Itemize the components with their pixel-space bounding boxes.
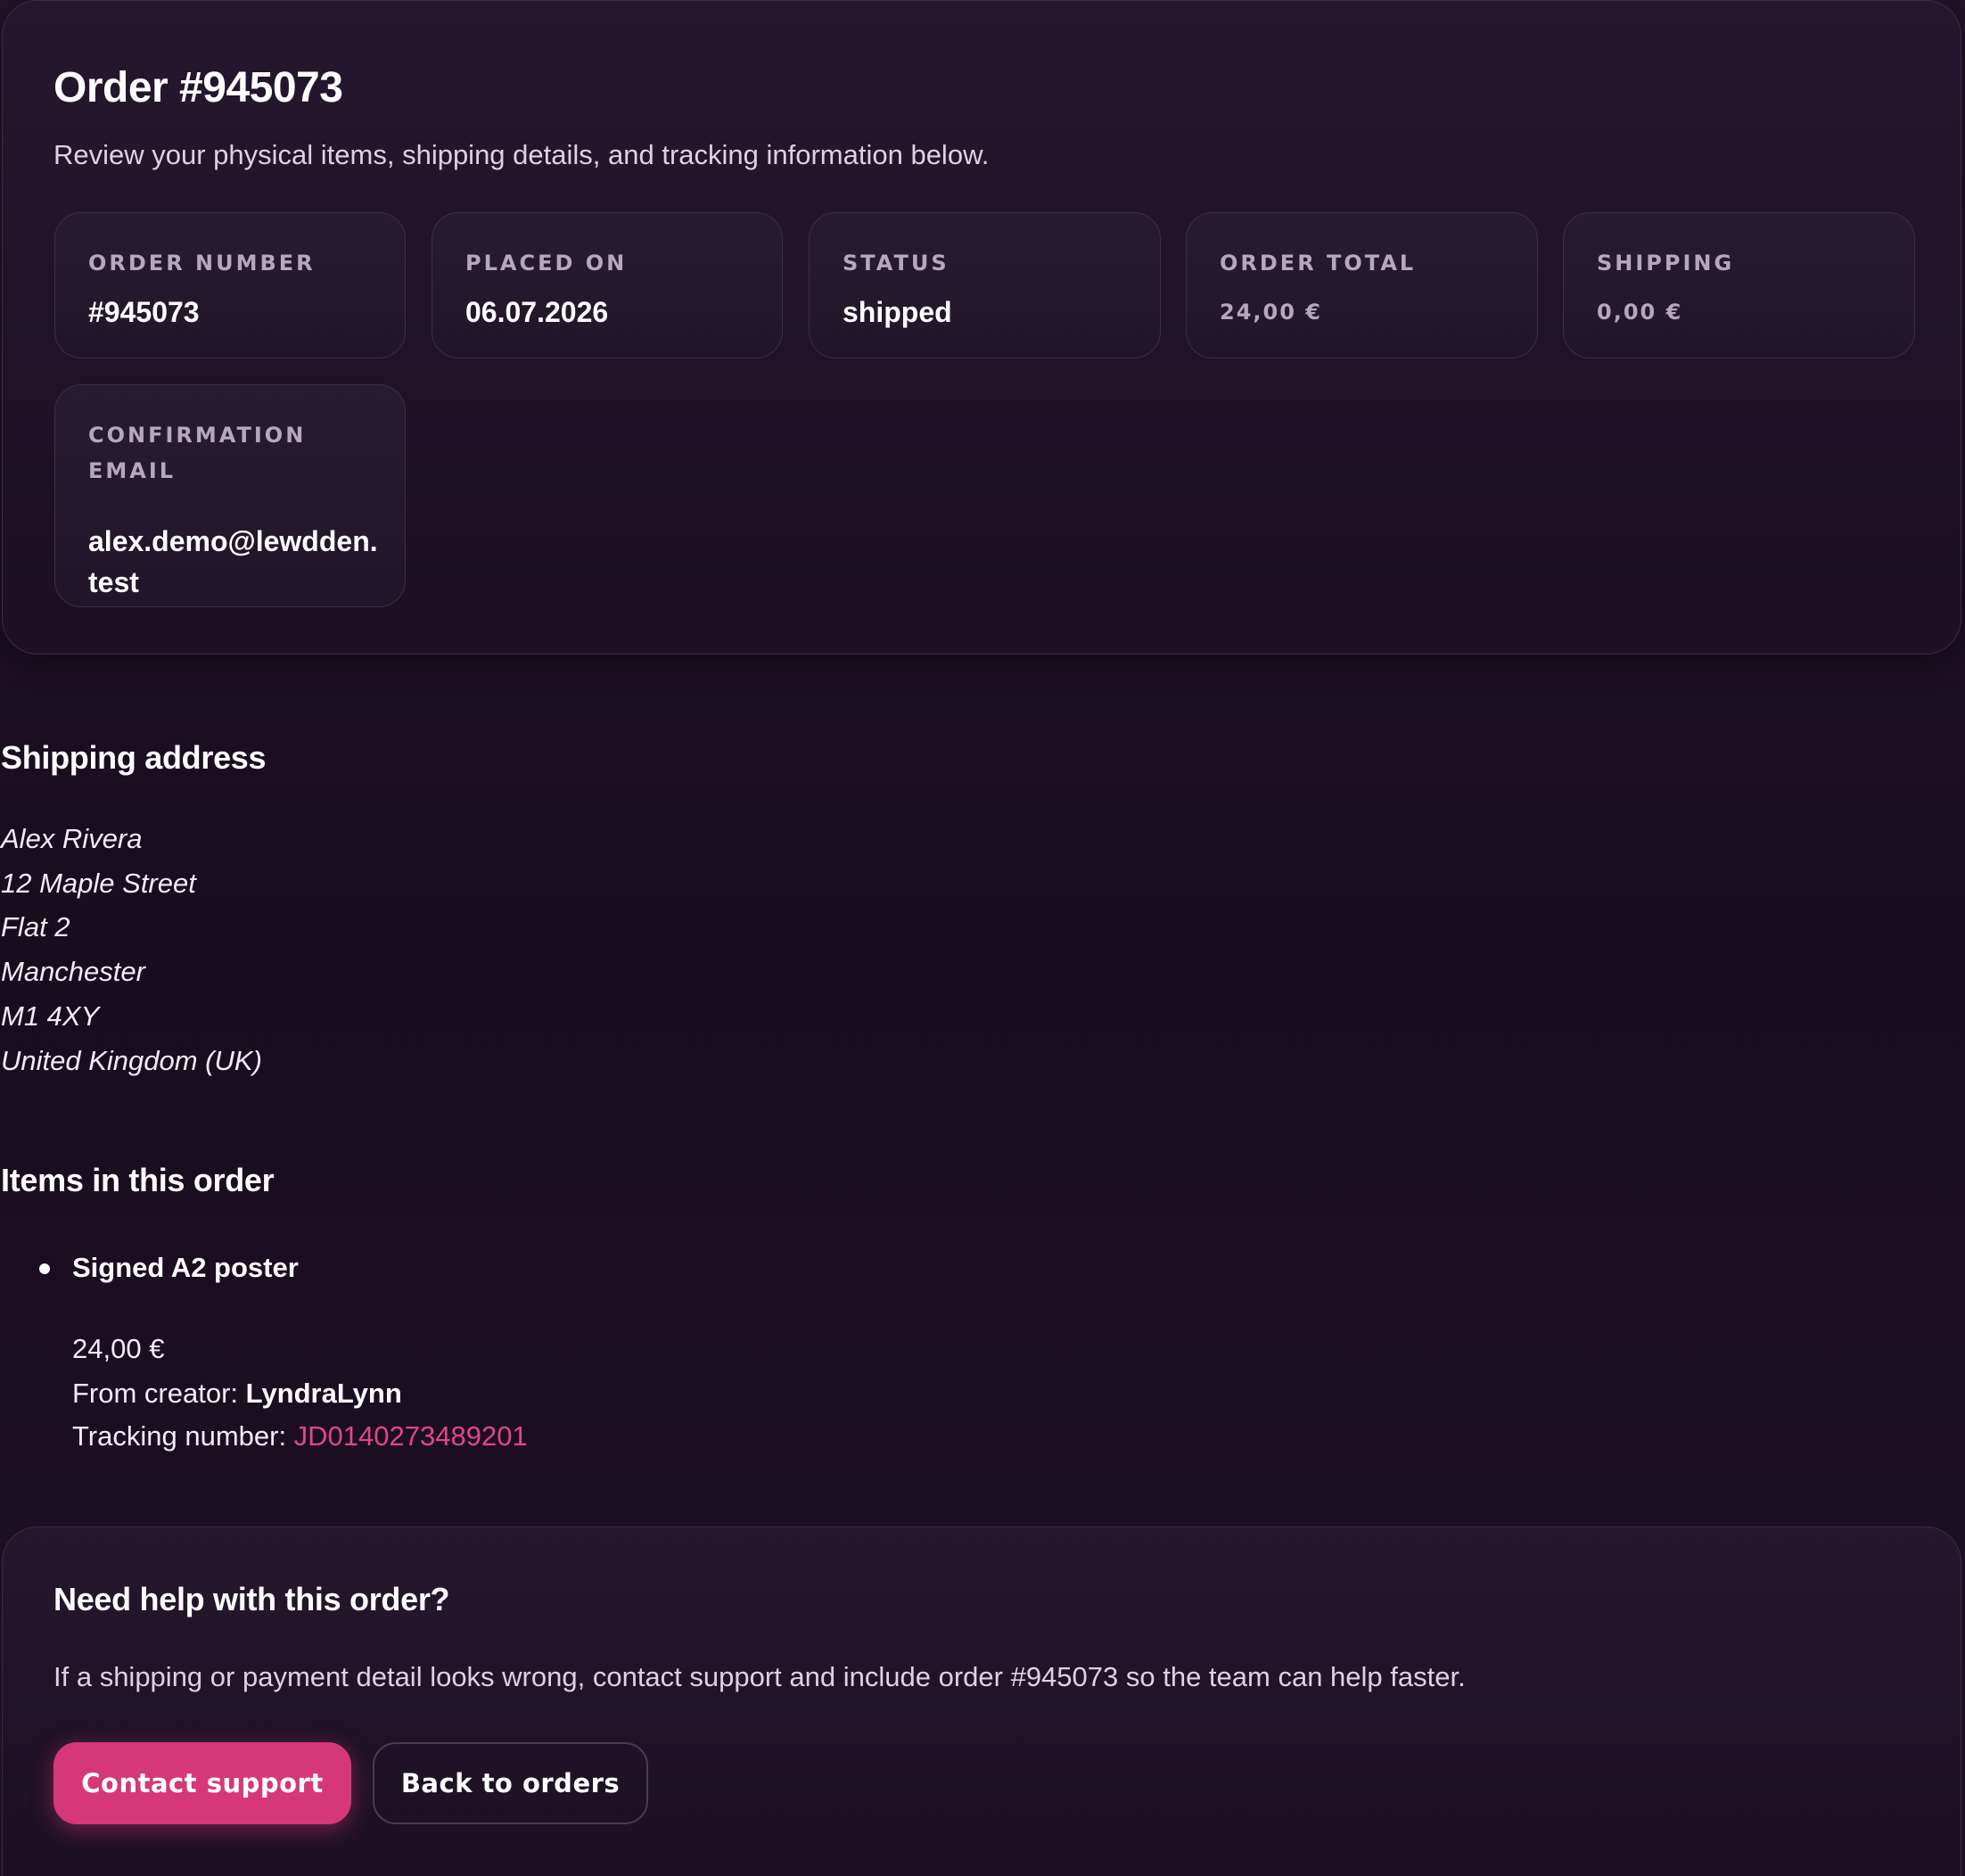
address-line: Flat 2 [1, 911, 70, 943]
order-number-card: Order number #945073 [54, 212, 406, 358]
address-line: 12 Maple Street [1, 867, 196, 899]
bullet-icon [39, 1263, 50, 1274]
confirmation-email-card: Confirmation email alex.demo@lewdden.tes… [54, 384, 406, 607]
shipping-cost-label: Shipping [1597, 251, 1735, 276]
confirmation-email-label: Confirmation email [88, 423, 307, 483]
help-heading: Need help with this order? [53, 1581, 450, 1617]
tracking-number-link[interactable]: JD0140273489201 [294, 1420, 528, 1452]
help-text: If a shipping or payment detail looks wr… [53, 1661, 1466, 1692]
shipping-cost-card: Shipping 0,00 € [1563, 212, 1915, 358]
contact-support-button[interactable]: Contact support [53, 1742, 351, 1824]
address-line: Manchester [1, 956, 145, 988]
item-price: 24,00 € [72, 1333, 165, 1364]
placed-on-label: Placed on [465, 251, 628, 276]
status-value: shipped [843, 296, 952, 328]
status-label: Status [843, 251, 950, 276]
address-line: Alex Rivera [1, 823, 143, 854]
help-panel: Need help with this order? If a shipping… [2, 1526, 1961, 1876]
item-creator: From creator: LyndraLynn [72, 1374, 402, 1413]
confirmation-email-value: alex.demo@lewdden.test [88, 525, 378, 598]
status-card: Status shipped [809, 212, 1161, 358]
shipping-address: Alex Rivera 12 Maple Street Flat 2 Manch… [1, 817, 262, 1082]
item-tracking-label: Tracking number: [72, 1420, 294, 1452]
order-overview-panel: Order #945073 Review your physical items… [2, 0, 1961, 654]
item-creator-label: From creator: [72, 1378, 246, 1409]
item-tracking: Tracking number: JD0140273489201 [72, 1417, 528, 1456]
item-name: Signed A2 poster [72, 1252, 299, 1283]
order-number-label: Order number [88, 251, 316, 276]
order-number-value: #945073 [88, 296, 200, 328]
item-creator-name: LyndraLynn [245, 1378, 402, 1409]
back-to-orders-button[interactable]: Back to orders [373, 1742, 648, 1824]
shipping-address-heading: Shipping address [1, 739, 267, 776]
placed-on-card: Placed on 06.07.2026 [432, 212, 783, 358]
address-line: M1 4XY [1, 1000, 100, 1032]
order-total-value: 24,00 € [1220, 300, 1322, 325]
placed-on-value: 06.07.2026 [465, 296, 609, 328]
order-total-card: Order total 24,00 € [1186, 212, 1538, 358]
order-total-label: Order total [1220, 251, 1417, 276]
address-line: United Kingdom (UK) [1, 1044, 262, 1076]
page-subtitle: Review your physical items, shipping det… [53, 139, 990, 170]
shipping-cost-value: 0,00 € [1597, 300, 1683, 325]
items-heading: Items in this order [1, 1162, 275, 1198]
page-title: Order #945073 [53, 64, 343, 111]
